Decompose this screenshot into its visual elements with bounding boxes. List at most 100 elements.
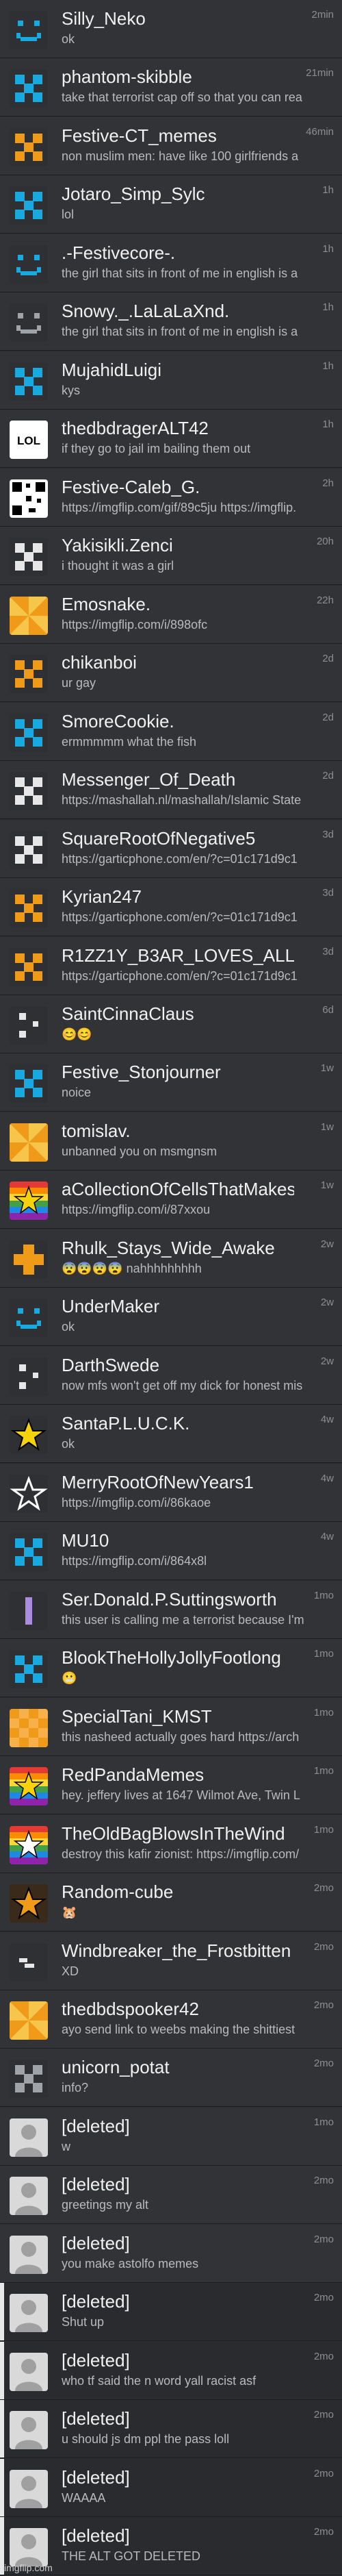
conversation-row[interactable]: Festive-Caleb_G. 2h https://imgflip.com/gi…: [0, 468, 342, 527]
avatar-icon[interactable]: [10, 69, 48, 108]
avatar-icon[interactable]: [10, 1357, 48, 1396]
conversation-time: 2w: [320, 1297, 334, 1309]
conversation-username: UnderMaker: [62, 1296, 160, 1317]
avatar-icon[interactable]: LOL: [10, 421, 48, 460]
avatar-icon[interactable]: [10, 2469, 48, 2508]
conversation-username: tomislav.: [62, 1120, 131, 1141]
conversation-row[interactable]: Windbreaker_the_Frostbitten 2mo XD: [0, 1931, 342, 1990]
conversation-row[interactable]: MujahidLuigi 1h kys: [0, 351, 342, 410]
conversation-username: [deleted]: [62, 2115, 130, 2136]
avatar-icon[interactable]: [10, 2118, 48, 2157]
avatar-icon[interactable]: [10, 186, 48, 225]
conversation-username: Emosnake.: [62, 593, 151, 614]
conversation-row[interactable]: Silly_Neko 2min ok: [0, 0, 342, 58]
conversation-row[interactable]: .-Festivecore-. 1h the girl that sits in f…: [0, 234, 342, 292]
avatar-icon[interactable]: [10, 1064, 48, 1103]
avatar-icon[interactable]: [10, 1181, 48, 1221]
conversation-row[interactable]: SaintCinnaClaus 6d 😊😊: [0, 995, 342, 1053]
avatar-icon[interactable]: [10, 479, 48, 518]
conversation-row[interactable]: [deleted] 2mo who tf said the n word yall …: [0, 2341, 342, 2400]
avatar-icon[interactable]: [10, 11, 48, 49]
avatar-icon[interactable]: [10, 2177, 48, 2216]
conversation-row[interactable]: [deleted] 2mo WAAAA: [0, 2458, 342, 2517]
avatar-icon[interactable]: [10, 1005, 48, 1045]
conversation-row[interactable]: DarthSwede 2w now mfs won't get off my dic…: [0, 1346, 342, 1405]
conversation-time: 3d: [322, 828, 334, 840]
conversation-row[interactable]: LOL thedbdragerALT42 1h if they go to jail …: [0, 410, 342, 468]
avatar-icon[interactable]: [10, 947, 48, 986]
avatar-icon[interactable]: [10, 655, 48, 694]
avatar-icon[interactable]: [10, 2411, 48, 2450]
conversation-time: 6d: [322, 1003, 334, 1016]
avatar-icon[interactable]: [10, 772, 48, 811]
conversation-row[interactable]: SquareRootOfNegative5 3d https://garticpho…: [0, 819, 342, 878]
conversation-row[interactable]: BlookTheHollyJollyFootlong 1mo 😬: [0, 1639, 342, 1698]
avatar-icon[interactable]: [10, 1123, 48, 1162]
avatar-icon[interactable]: [10, 2001, 48, 2040]
avatar-icon[interactable]: [10, 362, 48, 401]
avatar-icon[interactable]: [10, 1884, 48, 1923]
conversation-row[interactable]: Rhulk_Stays_Wide_Awake 2w 😨😨😨😨 nahhhhhhhhh: [0, 1229, 342, 1288]
avatar-icon[interactable]: [10, 1474, 48, 1513]
conversation-row[interactable]: SmoreCookie. 2d ermmmmm what the fish: [0, 702, 342, 761]
conversation-row[interactable]: aCollectionOfCellsThatMakesMe 1w https://i…: [0, 1171, 342, 1229]
conversation-row[interactable]: [deleted] 2mo u should js dm ppl the pass …: [0, 2400, 342, 2459]
conversation-row[interactable]: SantaP.L.U.C.K. 4w ok: [0, 1405, 342, 1464]
avatar-icon[interactable]: [10, 538, 48, 577]
conversation-preview: 🐹: [62, 1905, 77, 1920]
avatar-icon[interactable]: [10, 245, 48, 284]
conversation-row[interactable]: Ser.Donald.P.Suttingsworth 1mo this user i…: [0, 1580, 342, 1639]
conversation-row[interactable]: Snowy._.LaLaLaXnd. 1h the girl that sits i…: [0, 292, 342, 351]
avatar-icon[interactable]: [10, 889, 48, 928]
avatar-icon[interactable]: [10, 2528, 48, 2567]
conversation-preview: now mfs won't get off my dick for honest…: [62, 1378, 303, 1392]
conversation-row[interactable]: Messenger_Of_Death 2d https://mashallah.nl…: [0, 761, 342, 820]
conversation-row[interactable]: RedPandaMemes 1mo hey. jeffery lives at 16…: [0, 1756, 342, 1815]
avatar-icon[interactable]: [10, 1942, 48, 1981]
conversation-row[interactable]: UnderMaker 2w ok: [0, 1288, 342, 1347]
conversation-row[interactable]: Jotaro_Simp_Sylc 1h lol: [0, 175, 342, 234]
conversation-username: Messenger_Of_Death: [62, 769, 236, 790]
avatar-icon[interactable]: [10, 2060, 48, 2099]
conversation-row[interactable]: unicorn_potat 2mo info?: [0, 2049, 342, 2108]
avatar-icon[interactable]: [10, 1825, 48, 1864]
conversation-row[interactable]: [deleted] 2mo Shut up: [0, 2283, 342, 2342]
avatar-icon[interactable]: [10, 596, 48, 635]
conversation-row[interactable]: TheOldBagBlowsInTheWind 1mo destroy this k…: [0, 1814, 342, 1873]
conversation-row[interactable]: Kyrian247 3d https://garticphone.com/en/?c…: [0, 878, 342, 937]
avatar-icon[interactable]: [10, 1416, 48, 1455]
conversation-preview: https://garticphone.com/en/?c=01c171d9c1: [62, 968, 298, 983]
avatar-icon[interactable]: [10, 2352, 48, 2391]
conversation-row[interactable]: chikanboi 2d ur gay: [0, 644, 342, 703]
conversation-row[interactable]: MU10 4w https://imgflip.com/i/864x8l: [0, 1522, 342, 1581]
avatar-icon[interactable]: [10, 713, 48, 752]
avatar-icon[interactable]: [10, 127, 48, 166]
conversation-time: 21min: [306, 67, 334, 79]
conversation-row[interactable]: Festive_Stonjourner 1w noice: [0, 1053, 342, 1112]
avatar-icon[interactable]: [10, 1240, 48, 1279]
avatar-icon[interactable]: [10, 830, 48, 869]
avatar-icon[interactable]: [10, 1591, 48, 1630]
conversation-row[interactable]: R1ZZ1Y_B3AR_LOVES_ALLAH 3d https://garticp…: [0, 936, 342, 995]
conversation-row[interactable]: SpecialTani_KMST 1mo this nasheed actually…: [0, 1697, 342, 1756]
conversation-row[interactable]: Festive-CT_memes 46min non muslim men: hav…: [0, 116, 342, 175]
avatar-icon[interactable]: [10, 1299, 48, 1338]
conversation-row[interactable]: [deleted] 1mo w: [0, 2107, 342, 2166]
avatar-icon[interactable]: [10, 1533, 48, 1572]
conversation-row[interactable]: tomislav. 1w unbanned you on msmgnsm: [0, 1112, 342, 1171]
avatar-icon[interactable]: [10, 2294, 48, 2333]
conversation-row[interactable]: thedbdspooker42 2mo ayo send link to weebs…: [0, 1990, 342, 2049]
avatar-icon[interactable]: [10, 1650, 48, 1689]
avatar-icon[interactable]: [10, 2235, 48, 2274]
avatar-icon[interactable]: [10, 1708, 48, 1747]
conversation-row[interactable]: phantom-skibble 21min take that terrorist …: [0, 58, 342, 117]
conversation-row[interactable]: [deleted] 2mo you make astolfo memes: [0, 2224, 342, 2283]
conversation-row[interactable]: Yakisikli.Zenci 20h i thought it was a gir…: [0, 527, 342, 586]
conversation-row[interactable]: Random-cube 2mo 🐹: [0, 1873, 342, 1932]
avatar-icon[interactable]: [10, 303, 48, 342]
conversation-row[interactable]: Emosnake. 22h https://imgflip.com/i/898ofc: [0, 585, 342, 644]
conversation-row[interactable]: MerryRootOfNewYears1 4w https://imgflip.co…: [0, 1463, 342, 1522]
avatar-icon[interactable]: [10, 1767, 48, 1806]
conversation-row[interactable]: [deleted] 2mo greetings my alt: [0, 2166, 342, 2225]
conversation-username: Jotaro_Simp_Sylc: [62, 184, 205, 205]
